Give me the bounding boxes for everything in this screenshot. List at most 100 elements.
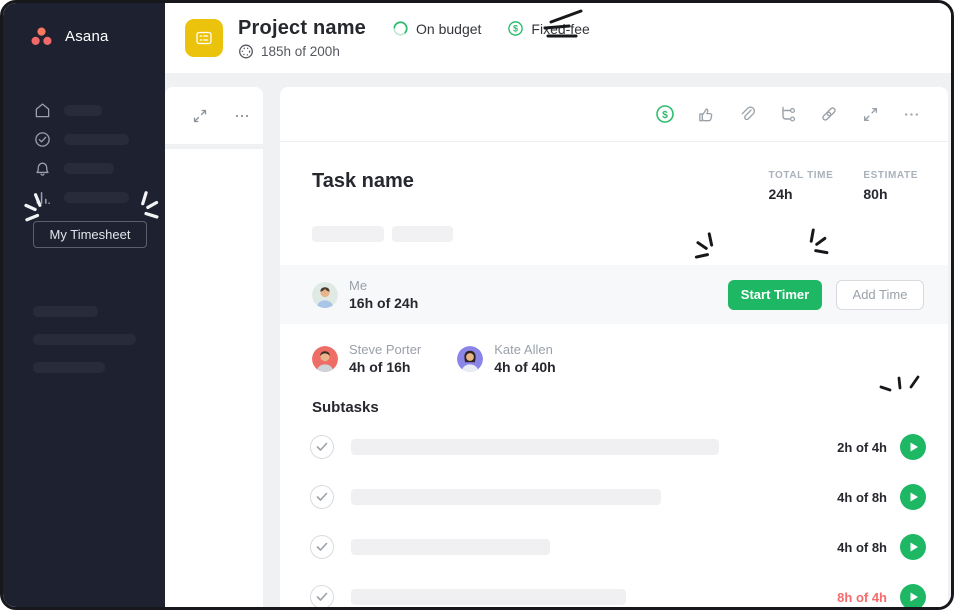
subtasks-heading: Subtasks: [312, 399, 948, 416]
task-field-placeholders: [312, 226, 948, 242]
app-window: Asana My Timesheet: [0, 0, 954, 610]
project-header: Project name On budget $ Fixed-fee: [165, 3, 951, 73]
my-time-row: Me 16h of 24h Start Timer Add Time: [280, 265, 948, 324]
subtask-placeholder: [351, 589, 626, 605]
subtasks-icon: [778, 105, 798, 124]
subtask-placeholder: [351, 489, 661, 505]
project-icon[interactable]: [185, 19, 223, 57]
total-time-value: 24h: [768, 186, 833, 202]
thumbs-up-icon: [697, 105, 716, 124]
add-time-button[interactable]: Add Time: [836, 280, 924, 310]
play-timer-button[interactable]: [900, 484, 926, 510]
member-name: Kate Allen: [494, 342, 555, 357]
avatar-me: [312, 282, 338, 308]
budget-ring-icon: [392, 20, 409, 37]
me-label: Me: [349, 278, 418, 293]
home-icon: [34, 102, 51, 119]
subtask-time: 8h of 4h: [837, 590, 887, 605]
track-time-button[interactable]: $: [654, 103, 676, 125]
nav-placeholder: [64, 163, 114, 174]
copy-link-button[interactable]: [818, 103, 840, 125]
subtask-placeholder: [351, 539, 550, 555]
dollar-icon: $: [655, 104, 675, 124]
total-time-label: TOTAL TIME: [768, 170, 833, 181]
sidebar-nav: [3, 96, 165, 212]
attachment-icon: [738, 105, 757, 124]
subtask-time: 4h of 8h: [837, 540, 887, 555]
timer-icon: [238, 43, 254, 59]
member-time: 4h of 40h: [494, 359, 555, 375]
task-more-button[interactable]: [900, 103, 922, 125]
logo-row: Asana: [3, 3, 165, 46]
nav-placeholder: [64, 192, 129, 203]
svg-text:$: $: [513, 24, 518, 34]
like-button[interactable]: [695, 103, 717, 125]
dollar-circle-icon: $: [507, 20, 524, 37]
expand-panel-button[interactable]: [189, 105, 211, 127]
field-placeholder: [312, 226, 384, 242]
member-time: 4h of 16h: [349, 359, 421, 375]
project-hours-row: 185h of 200h: [238, 43, 590, 59]
project-title-block: Project name On budget $ Fixed-fee: [238, 17, 590, 59]
project-hours: 185h of 200h: [261, 44, 340, 59]
bar-chart-icon: [34, 189, 51, 206]
sidebar-placeholder: [33, 306, 98, 317]
subtask-row: 2h of 4h: [280, 422, 948, 472]
board-list-icon: [194, 28, 214, 48]
sidebar-bottom-placeholders: [33, 306, 136, 373]
sidebar-item-home[interactable]: [3, 96, 165, 125]
play-timer-button[interactable]: [900, 584, 926, 610]
nav-placeholder: [64, 105, 102, 116]
panel-more-button[interactable]: [231, 105, 253, 127]
subtask-placeholder: [351, 439, 719, 455]
fixed-fee-label: Fixed-fee: [531, 21, 589, 37]
subtask-row: 8h of 4h: [280, 572, 948, 610]
task-list-panel-header: [165, 87, 263, 144]
play-timer-button[interactable]: [900, 434, 926, 460]
expand-icon: [862, 106, 879, 123]
check-circle-icon: [34, 131, 51, 148]
link-icon: [819, 104, 839, 124]
task-time-summary: TOTAL TIME 24h ESTIMATE 80h: [768, 170, 918, 202]
subtask-time: 2h of 4h: [837, 440, 887, 455]
sidebar-placeholder: [33, 334, 136, 345]
app-name: Asana: [65, 28, 109, 45]
subtask-time: 4h of 8h: [837, 490, 887, 505]
subtask-list: 2h of 4h 4h of 8h 4h of 8h: [280, 422, 948, 610]
asana-logo-icon: [31, 27, 52, 46]
expand-task-button[interactable]: [859, 103, 881, 125]
check-circle-icon[interactable]: [310, 485, 334, 509]
subtasks-button[interactable]: [777, 103, 799, 125]
task-list-panel-body: [165, 149, 263, 607]
attach-button[interactable]: [736, 103, 758, 125]
on-budget-badge[interactable]: On budget: [392, 20, 481, 37]
fixed-fee-badge[interactable]: $ Fixed-fee: [507, 20, 589, 37]
task-toolbar: $: [280, 87, 948, 142]
more-icon: [234, 108, 250, 124]
me-time: 16h of 24h: [349, 295, 418, 311]
sidebar-item-inbox[interactable]: [3, 154, 165, 183]
member-name: Steve Porter: [349, 342, 421, 357]
sidebar-placeholder: [33, 362, 105, 373]
check-circle-icon[interactable]: [310, 535, 334, 559]
play-timer-button[interactable]: [900, 534, 926, 560]
task-title: Task name: [312, 170, 414, 193]
sidebar-item-tasks[interactable]: [3, 125, 165, 154]
sidebar-item-reporting[interactable]: [3, 183, 165, 212]
resize-diagonal-icon: [192, 108, 208, 124]
svg-text:$: $: [662, 109, 668, 121]
task-detail-panel: $: [280, 87, 948, 607]
start-timer-button[interactable]: Start Timer: [728, 280, 822, 310]
nav-placeholder: [64, 134, 129, 145]
check-circle-icon[interactable]: [310, 435, 334, 459]
subtask-row: 4h of 8h: [280, 472, 948, 522]
on-budget-label: On budget: [416, 21, 481, 37]
avatar-kate: [457, 346, 483, 372]
check-circle-icon[interactable]: [310, 585, 334, 609]
member-kate: Kate Allen 4h of 40h: [457, 342, 555, 375]
more-icon: [903, 106, 920, 123]
estimate-value: 80h: [863, 186, 918, 202]
members-row: Steve Porter 4h of 16h Kate Allen 4h of …: [312, 342, 948, 375]
my-timesheet-button[interactable]: My Timesheet: [33, 221, 147, 248]
member-steve: Steve Porter 4h of 16h: [312, 342, 421, 375]
